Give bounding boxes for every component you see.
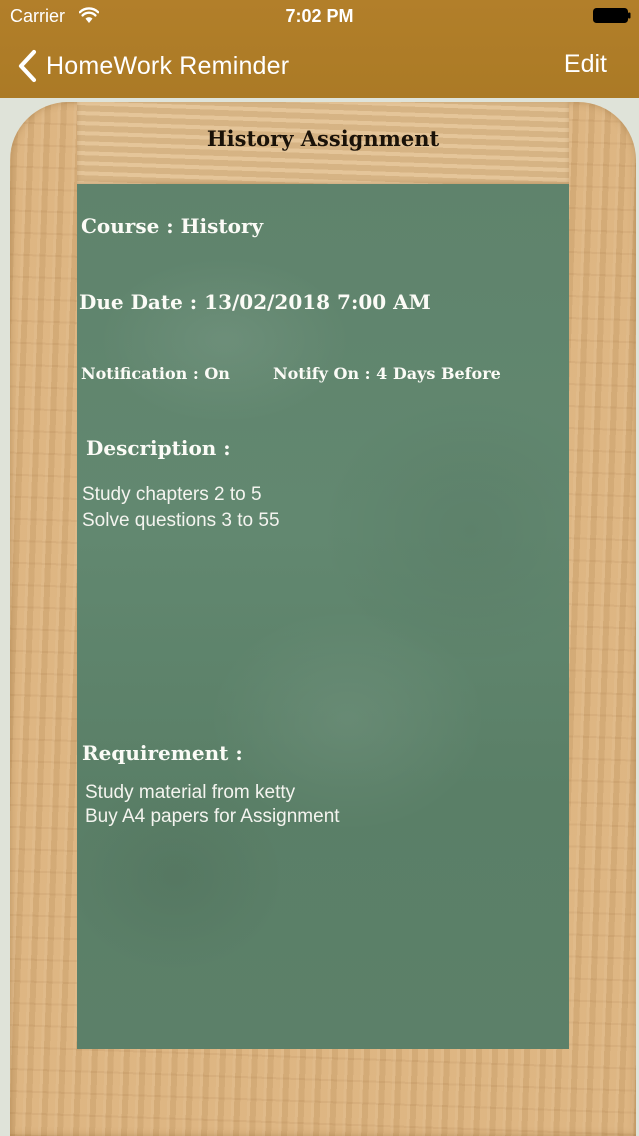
frame-title-board: History Assignment xyxy=(77,102,569,185)
due-date-line: Due Date : 13/02/2018 7:00 AM xyxy=(79,290,431,314)
chalkboard: Course : History Due Date : 13/02/2018 7… xyxy=(77,184,569,1049)
edit-button[interactable]: Edit xyxy=(564,50,607,79)
chevron-left-icon xyxy=(18,49,37,83)
notification-status: Notification : On xyxy=(81,364,230,383)
requirement-label: Requirement : xyxy=(82,741,243,765)
status-bar: Carrier 7:02 PM xyxy=(0,0,639,34)
notify-on-status: Notify On : 4 Days Before xyxy=(273,364,501,383)
clock-time: 7:02 PM xyxy=(285,6,354,26)
battery-icon xyxy=(593,8,631,23)
assignment-title: History Assignment xyxy=(206,126,440,151)
description-text: Study chapters 2 to 5 Solve questions 3 … xyxy=(82,484,280,531)
requirement-text: Study material from ketty Buy A4 papers … xyxy=(85,782,340,827)
description-label: Description : xyxy=(86,436,231,460)
app-header: Carrier 7:02 PM HomeWork Reminder Edit xyxy=(0,0,639,98)
back-button[interactable]: HomeWork Reminder xyxy=(16,48,289,84)
course-line: Course : History xyxy=(81,214,264,238)
back-button-label: HomeWork Reminder xyxy=(46,51,290,80)
